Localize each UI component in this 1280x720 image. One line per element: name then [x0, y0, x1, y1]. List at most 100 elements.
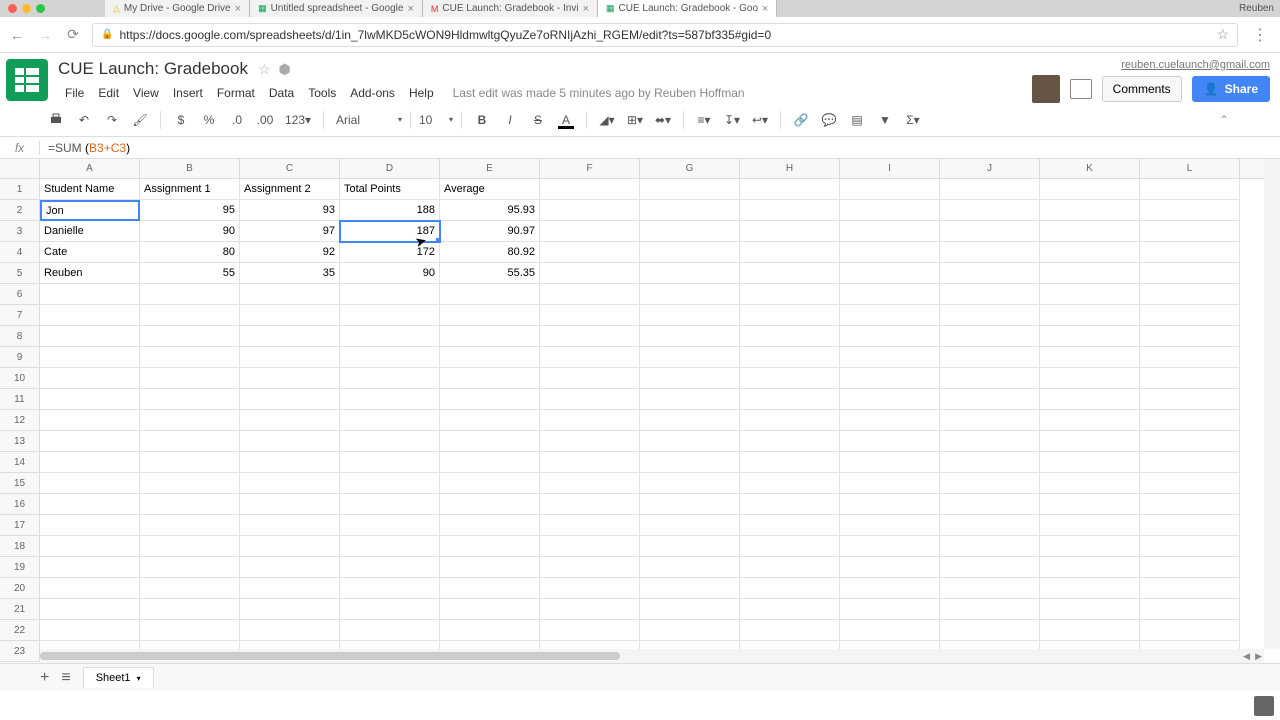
row-header[interactable]: 2 [0, 200, 40, 221]
cell[interactable] [440, 473, 540, 494]
cell[interactable] [340, 473, 440, 494]
cell[interactable] [640, 200, 740, 221]
cell[interactable] [540, 305, 640, 326]
cell[interactable] [340, 347, 440, 368]
cell[interactable] [140, 410, 240, 431]
row-header[interactable]: 1 [0, 179, 40, 200]
cell[interactable] [340, 599, 440, 620]
cell[interactable] [440, 599, 540, 620]
cell[interactable] [140, 326, 240, 347]
cell[interactable] [940, 473, 1040, 494]
currency-icon[interactable]: $ [169, 108, 193, 132]
cell[interactable] [140, 284, 240, 305]
cell[interactable] [640, 578, 740, 599]
cell[interactable] [1040, 536, 1140, 557]
column-header[interactable]: I [840, 159, 940, 178]
browser-menu-icon[interactable]: ⋮ [1248, 25, 1272, 45]
cell[interactable] [40, 389, 140, 410]
cell[interactable] [340, 284, 440, 305]
functions-icon[interactable]: Σ▾ [901, 108, 925, 132]
fill-color-icon[interactable]: ◢▾ [595, 108, 619, 132]
cell[interactable] [240, 305, 340, 326]
vertical-scrollbar[interactable] [1264, 159, 1280, 649]
strikethrough-icon[interactable]: S [526, 108, 550, 132]
cell[interactable] [1040, 515, 1140, 536]
paint-format-icon[interactable]: 🖌 [128, 108, 152, 132]
merge-cells-icon[interactable]: ⬌▾ [651, 108, 675, 132]
cell[interactable] [240, 347, 340, 368]
row-header[interactable]: 4 [0, 242, 40, 263]
cell[interactable] [440, 452, 540, 473]
row-header[interactable]: 14 [0, 452, 40, 473]
cell[interactable] [640, 599, 740, 620]
cell[interactable] [740, 557, 840, 578]
cell[interactable] [740, 494, 840, 515]
cell[interactable] [240, 536, 340, 557]
cell[interactable] [940, 431, 1040, 452]
row-header[interactable]: 5 [0, 263, 40, 284]
cell[interactable] [640, 557, 740, 578]
cell[interactable] [40, 599, 140, 620]
cell[interactable] [740, 179, 840, 200]
cell[interactable] [540, 494, 640, 515]
row-header[interactable]: 7 [0, 305, 40, 326]
cell[interactable] [540, 242, 640, 263]
cell[interactable] [940, 242, 1040, 263]
cell[interactable] [240, 578, 340, 599]
redo-icon[interactable]: ↷ [100, 108, 124, 132]
cell[interactable] [640, 368, 740, 389]
cell[interactable] [340, 494, 440, 515]
cell[interactable] [740, 599, 840, 620]
cell[interactable] [640, 494, 740, 515]
cell[interactable]: 95 [140, 200, 240, 221]
column-header[interactable]: J [940, 159, 1040, 178]
cell[interactable] [940, 326, 1040, 347]
cell[interactable] [740, 473, 840, 494]
cell[interactable] [1040, 347, 1140, 368]
cell[interactable]: 90 [340, 263, 440, 284]
collaborator-avatar[interactable] [1032, 75, 1060, 103]
cell[interactable] [840, 200, 940, 221]
back-button[interactable]: ← [8, 26, 26, 44]
cell[interactable] [1040, 368, 1140, 389]
cell[interactable] [140, 536, 240, 557]
cell[interactable] [940, 347, 1040, 368]
cell[interactable] [1040, 578, 1140, 599]
cell[interactable] [540, 200, 640, 221]
browser-tab[interactable]: ▦Untitled spreadsheet - Google× [250, 0, 423, 17]
cell[interactable] [940, 620, 1040, 641]
cell[interactable] [440, 389, 540, 410]
cell[interactable] [40, 431, 140, 452]
cell[interactable] [40, 473, 140, 494]
cell[interactable] [40, 368, 140, 389]
cell[interactable] [140, 599, 240, 620]
cell[interactable] [1140, 452, 1240, 473]
row-header[interactable]: 19 [0, 557, 40, 578]
cell[interactable] [240, 284, 340, 305]
cell[interactable] [740, 221, 840, 242]
print-icon[interactable] [44, 108, 68, 132]
cell[interactable] [1140, 368, 1240, 389]
cell[interactable] [940, 494, 1040, 515]
cell[interactable]: Reuben [40, 263, 140, 284]
cell[interactable] [740, 452, 840, 473]
cell[interactable] [940, 305, 1040, 326]
maximize-window-icon[interactable] [36, 4, 45, 13]
sheet-tab[interactable]: Sheet1 ▾ [83, 667, 154, 688]
cell[interactable] [940, 221, 1040, 242]
cell[interactable] [740, 305, 840, 326]
filter-icon[interactable]: ▼ [873, 108, 897, 132]
cell[interactable] [240, 620, 340, 641]
cell[interactable]: Total Points [340, 179, 440, 200]
cell[interactable] [640, 473, 740, 494]
menu-edit[interactable]: Edit [91, 83, 126, 103]
row-header[interactable]: 11 [0, 389, 40, 410]
cell[interactable] [440, 326, 540, 347]
formula-input[interactable]: =SUM (B3+C3) [40, 141, 130, 155]
menu-tools[interactable]: Tools [301, 83, 343, 103]
comments-button[interactable]: Comments [1102, 76, 1182, 102]
cell[interactable]: 80.92 [440, 242, 540, 263]
cell[interactable] [840, 347, 940, 368]
cell[interactable] [940, 200, 1040, 221]
cell[interactable] [540, 410, 640, 431]
